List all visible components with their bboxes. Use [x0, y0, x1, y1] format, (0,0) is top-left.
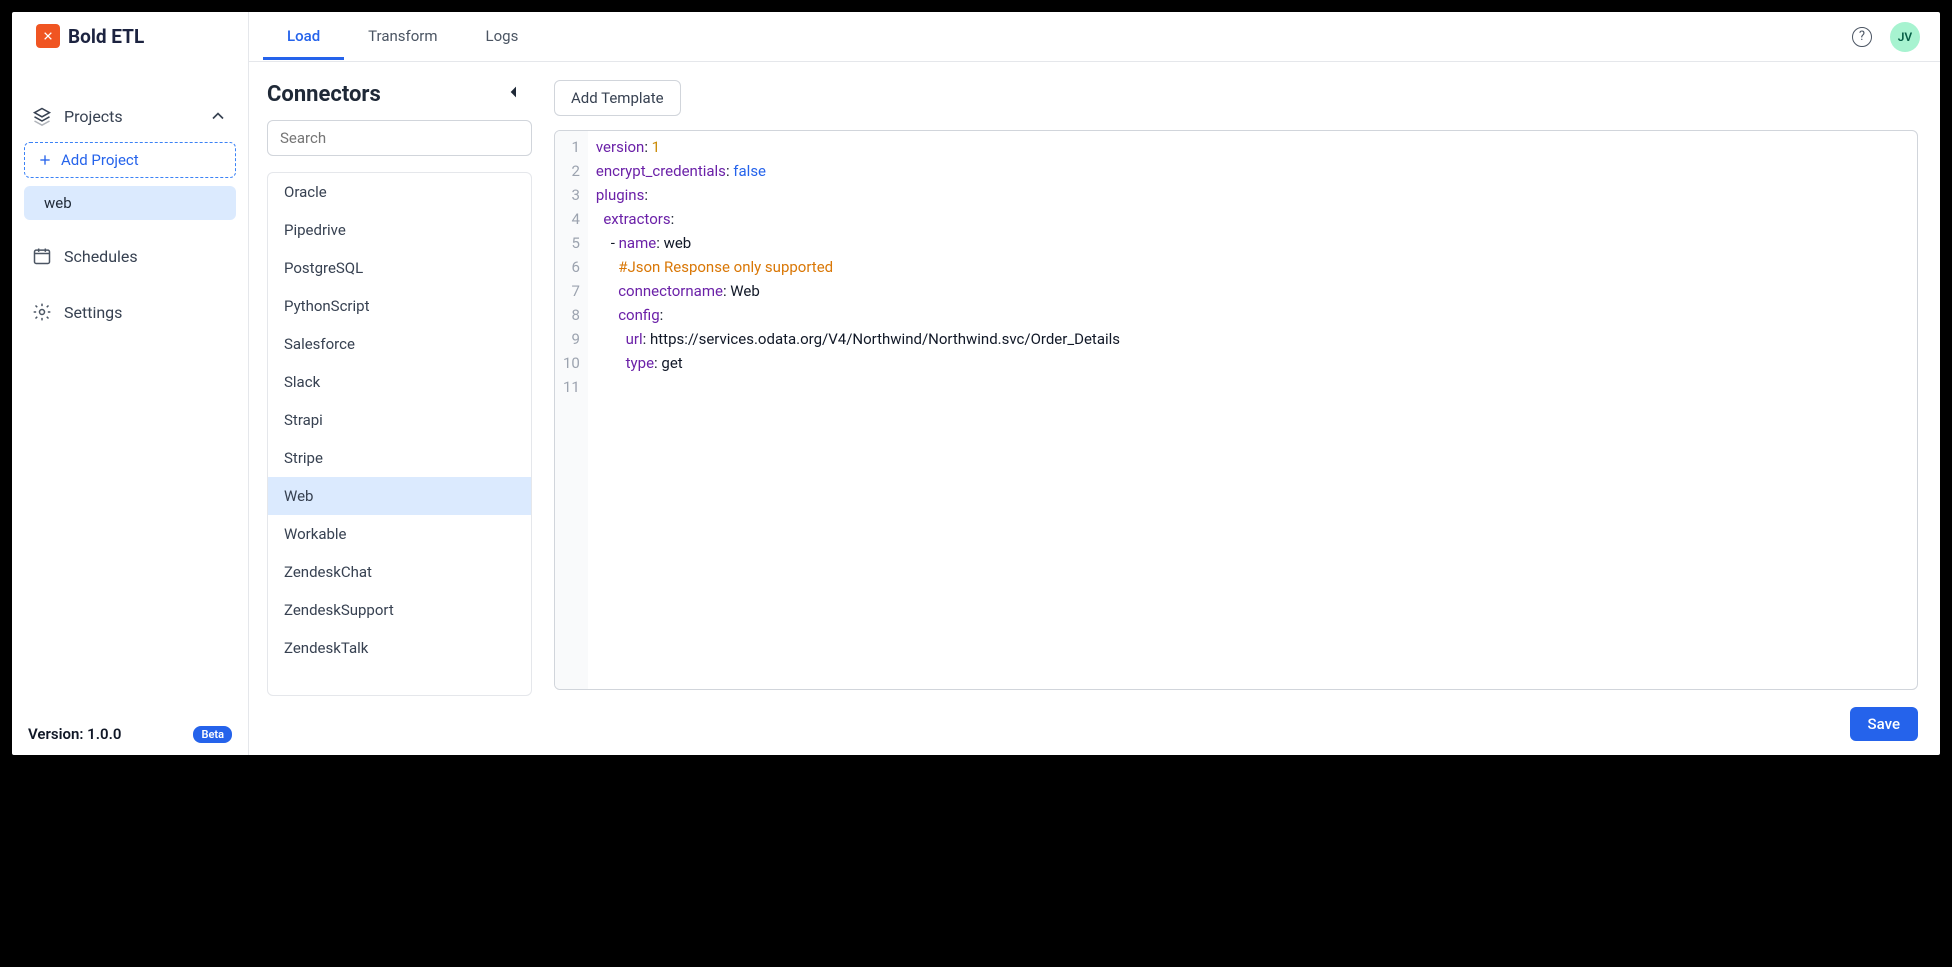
- connector-item-pipedrive[interactable]: Pipedrive: [268, 211, 531, 249]
- connector-item-oracle[interactable]: Oracle: [268, 173, 531, 211]
- chevron-left-icon: [506, 84, 522, 100]
- connector-item-zendesksupport[interactable]: ZendeskSupport: [268, 591, 531, 629]
- add-template-button[interactable]: Add Template: [554, 80, 681, 116]
- connector-list[interactable]: OraclePipedrivePostgreSQLPythonScriptSal…: [267, 172, 532, 696]
- connector-item-salesforce[interactable]: Salesforce: [268, 325, 531, 363]
- topbar: Load Transform Logs ? JV: [249, 12, 1940, 62]
- connectors-panel: Connectors OraclePipedrivePostgreSQLPyth…: [249, 62, 532, 755]
- connector-item-pythonscript[interactable]: PythonScript: [268, 287, 531, 325]
- line-gutter: 1234567891011: [555, 131, 588, 689]
- connector-item-slack[interactable]: Slack: [268, 363, 531, 401]
- add-project-label: Add Project: [61, 151, 139, 169]
- connector-item-strapi[interactable]: Strapi: [268, 401, 531, 439]
- beta-badge: Beta: [193, 726, 232, 743]
- tab-load[interactable]: Load: [263, 13, 344, 60]
- connector-item-stripe[interactable]: Stripe: [268, 439, 531, 477]
- nav-projects-label: Projects: [64, 107, 196, 126]
- code-editor[interactable]: 1234567891011 version: 1 encrypt_credent…: [554, 130, 1918, 690]
- add-project-button[interactable]: Add Project: [24, 142, 236, 178]
- nav-schedules[interactable]: Schedules: [24, 236, 236, 276]
- search-input[interactable]: [267, 120, 532, 156]
- connectors-title: Connectors: [267, 82, 381, 107]
- gear-icon: [32, 302, 52, 322]
- version-label: Version: 1.0.0: [28, 725, 121, 743]
- avatar[interactable]: JV: [1890, 22, 1920, 52]
- tabs: Load Transform Logs: [263, 13, 542, 60]
- brand-name: Bold ETL: [68, 25, 144, 48]
- nav-schedules-label: Schedules: [64, 247, 138, 266]
- nav-projects-header[interactable]: Projects: [24, 98, 236, 134]
- plus-icon: [37, 152, 53, 168]
- editor-panel: Add Template 1234567891011 version: 1 en…: [532, 62, 1940, 755]
- tab-logs[interactable]: Logs: [462, 13, 543, 60]
- help-icon[interactable]: ?: [1852, 27, 1872, 47]
- sidebar: Bold ETL Projects Add Project web Schedu…: [12, 12, 249, 755]
- calendar-icon: [32, 246, 52, 266]
- layers-icon: [32, 106, 52, 126]
- connector-item-web[interactable]: Web: [268, 477, 531, 515]
- nav-settings[interactable]: Settings: [24, 292, 236, 332]
- brand-logo-icon: [36, 24, 60, 48]
- connector-item-zendesktalk[interactable]: ZendeskTalk: [268, 629, 531, 667]
- collapse-panel-button[interactable]: [502, 80, 526, 108]
- code-content[interactable]: version: 1 encrypt_credentials: false pl…: [588, 131, 1917, 689]
- nav-settings-label: Settings: [64, 303, 122, 322]
- brand: Bold ETL: [12, 12, 248, 62]
- connector-item-postgresql[interactable]: PostgreSQL: [268, 249, 531, 287]
- save-button[interactable]: Save: [1850, 707, 1918, 741]
- chevron-up-icon: [208, 106, 228, 126]
- project-item-web[interactable]: web: [24, 186, 236, 220]
- tab-transform[interactable]: Transform: [344, 13, 461, 60]
- connector-item-workable[interactable]: Workable: [268, 515, 531, 553]
- connector-item-zendeskchat[interactable]: ZendeskChat: [268, 553, 531, 591]
